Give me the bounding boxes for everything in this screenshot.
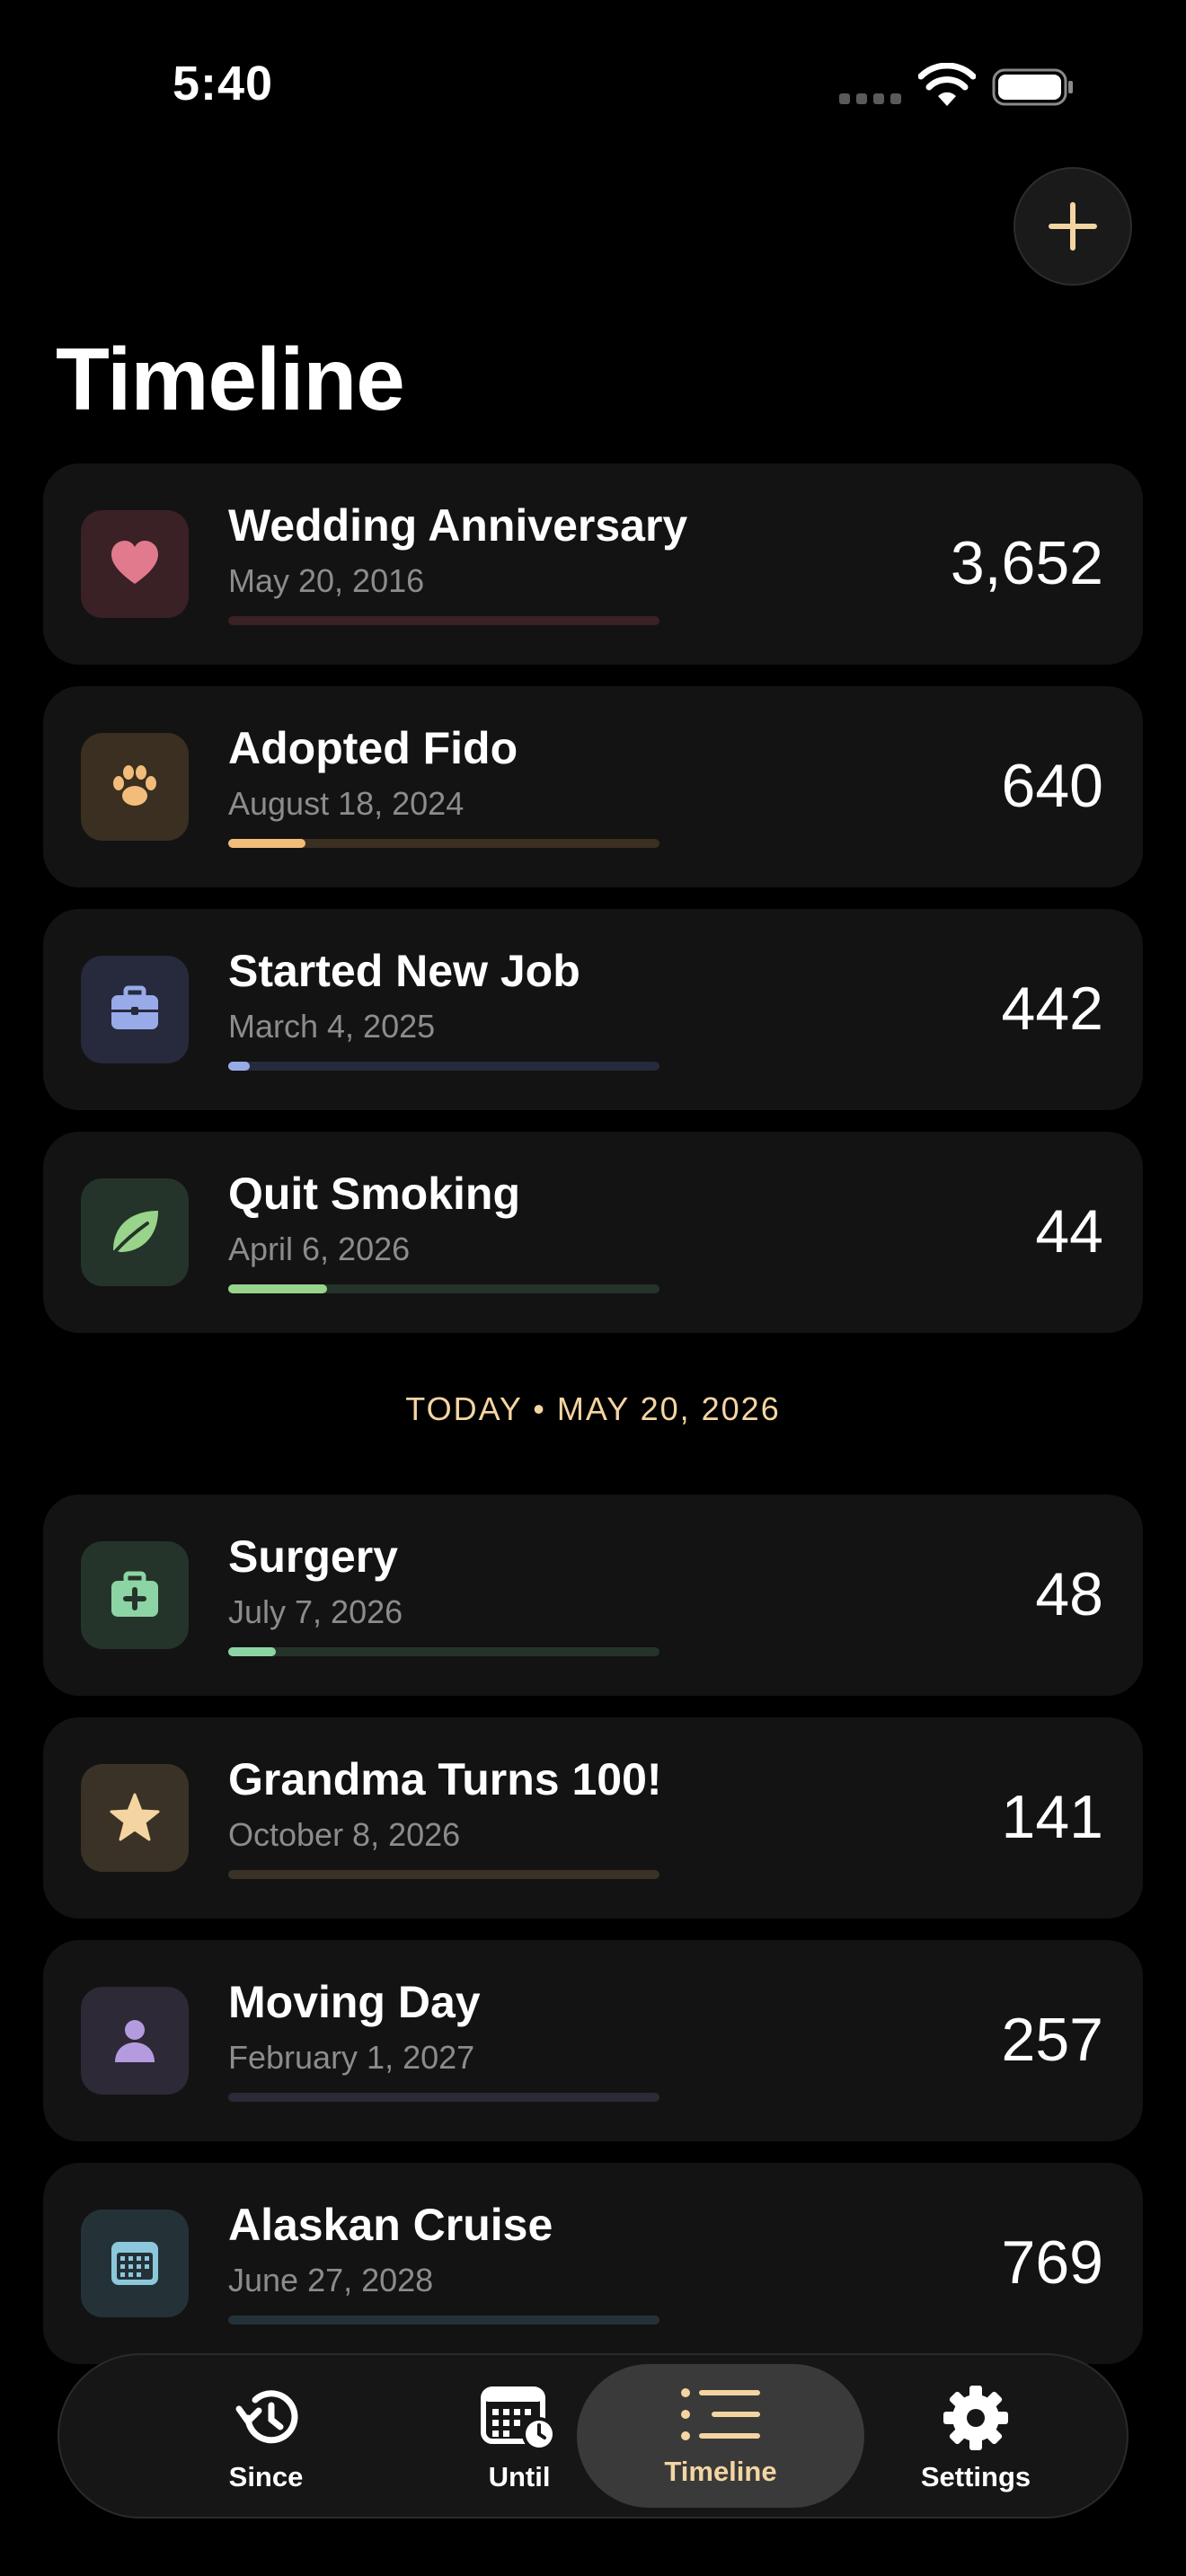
event-card[interactable]: Adopted Fido August 18, 2024 640 xyxy=(43,686,1143,887)
event-progress-fill xyxy=(228,839,305,848)
event-date: February 1, 2027 xyxy=(228,2039,475,2076)
gear-icon xyxy=(943,2386,1008,2450)
tab-until-label: Until xyxy=(488,2461,551,2492)
tab-timeline[interactable]: Timeline xyxy=(577,2364,864,2508)
event-title: Grandma Turns 100! xyxy=(228,1754,662,1804)
event-icon-tile xyxy=(81,1178,189,1286)
cellular-signal-icon xyxy=(839,93,902,104)
calendar-icon xyxy=(111,2242,158,2285)
tab-bar: Since Until Timeline Settings xyxy=(58,2353,1128,2519)
tab-settings-label: Settings xyxy=(920,2461,1031,2492)
event-title: Started New Job xyxy=(228,946,580,996)
tab-since[interactable]: Since xyxy=(122,2364,410,2508)
briefcase-icon xyxy=(111,985,158,1029)
event-day-count: 257 xyxy=(1001,2006,1103,2074)
wifi-icon xyxy=(918,63,976,106)
person-icon xyxy=(115,2020,155,2062)
event-day-count: 141 xyxy=(1001,1783,1103,1851)
event-day-count: 48 xyxy=(1035,1560,1103,1628)
plus-icon xyxy=(1049,202,1097,251)
event-progress-bar xyxy=(228,839,659,848)
event-title: Wedding Anniversary xyxy=(228,500,688,551)
event-icon-tile xyxy=(81,1987,189,2095)
event-card[interactable]: Quit Smoking April 6, 2026 44 xyxy=(43,1132,1143,1333)
event-progress-bar xyxy=(228,1647,659,1656)
event-card[interactable]: Started New Job March 4, 2025 442 xyxy=(43,909,1143,1110)
event-card[interactable]: Grandma Turns 100! October 8, 2026 141 xyxy=(43,1717,1143,1919)
event-date: April 6, 2026 xyxy=(228,1231,411,1267)
event-icon-tile xyxy=(81,2210,189,2317)
today-divider: TODAY • MAY 20, 2026 xyxy=(405,1390,781,1427)
event-icon-tile xyxy=(81,1541,189,1649)
event-day-count: 769 xyxy=(1001,2228,1103,2297)
leaf-icon xyxy=(111,1211,158,1256)
event-progress-bar xyxy=(228,2316,659,2325)
event-day-count: 44 xyxy=(1035,1197,1103,1266)
event-progress-bar xyxy=(228,1870,659,1879)
event-title: Surgery xyxy=(228,1531,398,1582)
event-date: August 18, 2024 xyxy=(228,785,465,822)
heart-icon xyxy=(111,541,158,584)
event-progress-bar xyxy=(228,1062,659,1071)
event-date: June 27, 2028 xyxy=(228,2262,434,2298)
star-icon xyxy=(110,1793,160,1841)
history-icon xyxy=(235,2390,298,2444)
event-day-count: 442 xyxy=(1001,975,1103,1043)
event-card[interactable]: Alaskan Cruise June 27, 2028 769 xyxy=(43,2163,1143,2364)
event-date: July 7, 2026 xyxy=(228,1593,403,1630)
event-progress-fill xyxy=(228,1647,276,1656)
event-progress-bar xyxy=(228,2093,659,2102)
event-title: Quit Smoking xyxy=(228,1169,520,1219)
event-card[interactable]: Wedding Anniversary May 20, 2016 3,652 xyxy=(43,463,1143,665)
event-progress-bar xyxy=(228,616,659,625)
event-date: March 4, 2025 xyxy=(228,1008,436,1045)
event-title: Moving Day xyxy=(228,1977,481,2027)
event-date: May 20, 2016 xyxy=(228,562,425,599)
event-icon-tile xyxy=(81,510,189,618)
event-icon-tile xyxy=(81,1764,189,1872)
event-title: Adopted Fido xyxy=(228,723,518,773)
tab-since-label: Since xyxy=(228,2461,304,2492)
event-date: October 8, 2026 xyxy=(228,1816,461,1853)
event-icon-tile xyxy=(81,733,189,841)
event-progress-fill xyxy=(228,1062,250,1071)
tab-settings[interactable]: Settings xyxy=(832,2364,1120,2508)
medkit-icon xyxy=(111,1571,158,1617)
status-bar: 5:40 xyxy=(0,0,1186,171)
event-card[interactable]: Surgery July 7, 2026 48 xyxy=(43,1495,1143,1696)
event-card[interactable]: Moving Day February 1, 2027 257 xyxy=(43,1940,1143,2141)
event-progress-fill xyxy=(228,1284,327,1293)
battery-icon xyxy=(992,68,1073,106)
event-title: Alaskan Cruise xyxy=(228,2200,553,2250)
page-title: Timeline xyxy=(56,330,405,428)
add-event-button[interactable] xyxy=(1013,167,1132,286)
event-icon-tile xyxy=(81,956,189,1063)
event-progress-bar xyxy=(228,1284,659,1293)
status-time: 5:40 xyxy=(173,57,274,110)
timeline-list-icon xyxy=(681,2388,760,2440)
tab-timeline-label: Timeline xyxy=(664,2456,777,2487)
event-day-count: 640 xyxy=(1001,752,1103,820)
paw-icon xyxy=(113,765,156,806)
event-day-count: 3,652 xyxy=(950,529,1103,597)
calendar-clock-icon xyxy=(481,2386,556,2451)
